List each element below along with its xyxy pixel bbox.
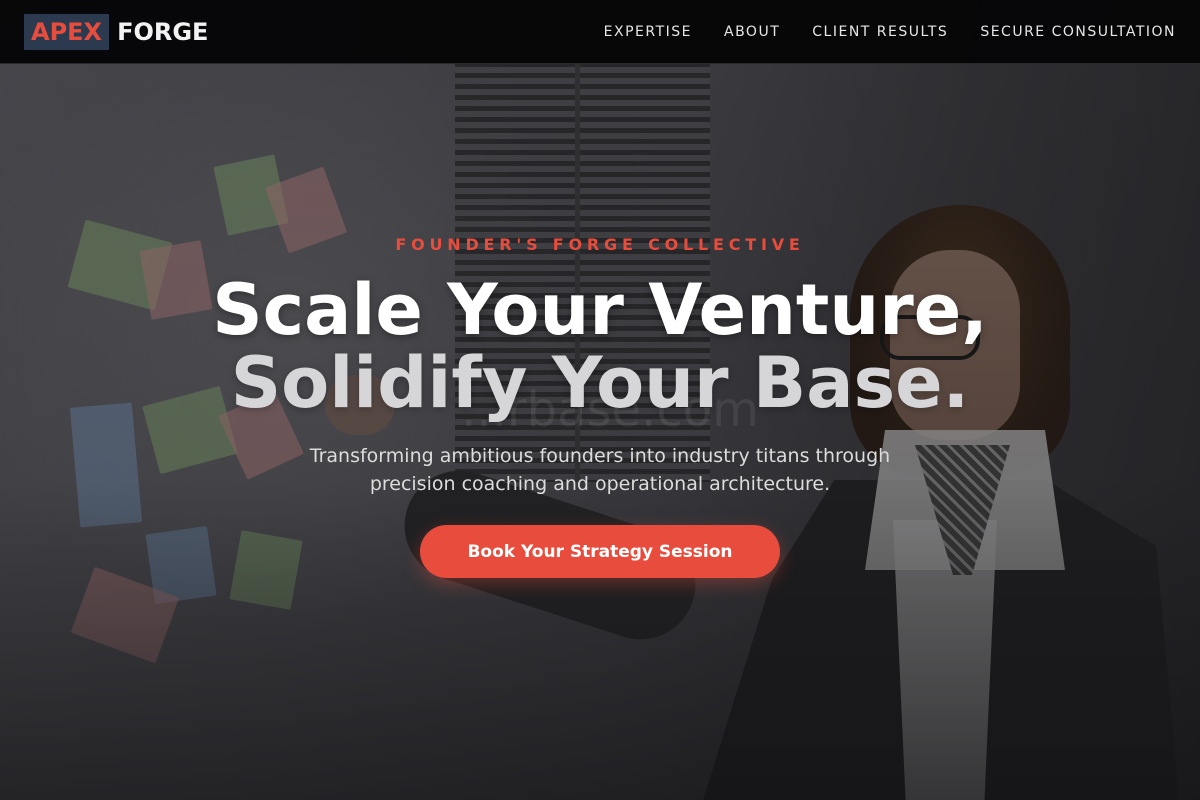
brand-logo[interactable]: APEX FORGE [24,13,209,50]
hero-subheading-line1: Transforming ambitious founders into ind… [309,445,891,467]
hero-subheading-line2: precision coaching and operational archi… [369,473,831,495]
nav-link-client-results[interactable]: CLIENT RESULTS [812,24,948,40]
hero-headline-line1: Scale Your Venture, [212,269,988,351]
logo-forge-text: FORGE [117,17,209,46]
main-nav: EXPERTISE ABOUT CLIENT RESULTS SECURE CO… [572,24,1176,40]
hero-eyebrow: FOUNDER'S FORGE COLLECTIVE [395,235,805,254]
book-strategy-session-button[interactable]: Book Your Strategy Session [420,525,780,578]
nav-link-about[interactable]: ABOUT [724,24,780,40]
nav-link-secure-consultation[interactable]: SECURE CONSULTATION [980,24,1176,40]
hero-section: FOUNDER'S FORGE COLLECTIVE Scale Your Ve… [0,0,1200,800]
top-navbar: APEX FORGE EXPERTISE ABOUT CLIENT RESULT… [0,0,1200,64]
hero-headline-line2: Solidify Your Base. [230,342,970,424]
nav-link-expertise[interactable]: EXPERTISE [604,24,692,40]
hero-subheading: Transforming ambitious founders into ind… [250,442,950,498]
logo-apex-text: APEX [24,13,110,50]
